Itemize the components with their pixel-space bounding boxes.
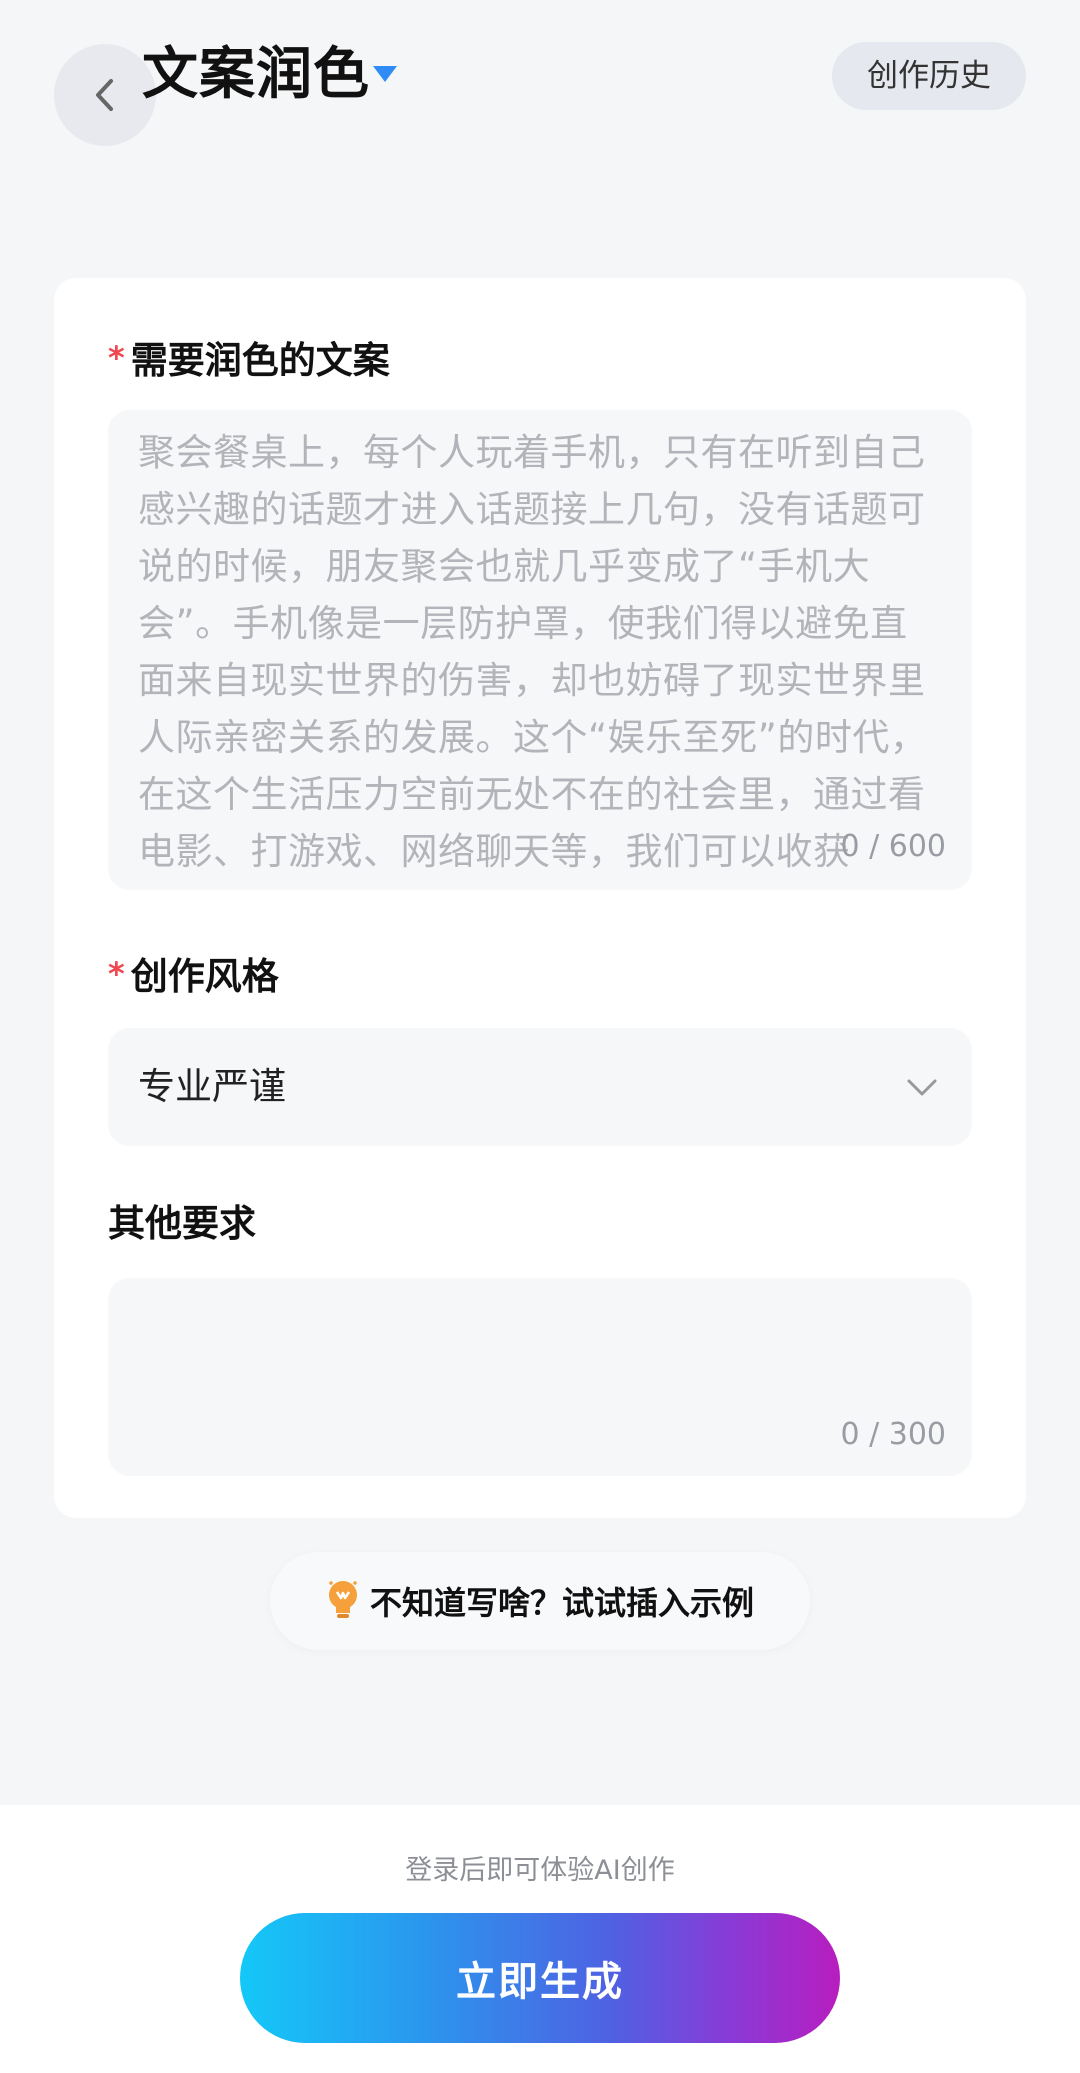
bottom-bar: 登录后即可体验AI创作 立即生成: [0, 1805, 1080, 2073]
copy-field-label: * 需要润色的文案: [108, 334, 390, 385]
caret-down-icon[interactable]: [372, 64, 398, 84]
lightbulb-icon: [328, 1581, 357, 1618]
history-button[interactable]: 创作历史: [832, 42, 1026, 110]
required-mark: *: [108, 955, 125, 993]
placeholder-line: 在这个生活压力空前无处不在的社会里，通过看: [138, 773, 926, 816]
placeholder-line: 人际亲密关系的发展。这个“娱乐至死”的时代，: [138, 716, 928, 759]
back-button[interactable]: [54, 44, 156, 146]
style-select[interactable]: 专业严谨: [108, 1028, 972, 1146]
required-mark: *: [108, 339, 125, 377]
chevron-down-icon: [907, 1079, 937, 1096]
copy-char-counter: 0 / 600: [840, 829, 946, 864]
placeholder-line: 说的时候，朋友聚会也就几乎变成了“手机大: [138, 545, 871, 588]
style-select-value: 专业严谨: [138, 1065, 286, 1108]
placeholder-line: 会”。手机像是一层防护罩，使我们得以避免直: [138, 602, 908, 645]
insert-example-label: 不知道写啥？试试插入示例: [369, 1584, 754, 1622]
placeholder-line: 聚会餐桌上，每个人玩着手机，只有在听到自己: [138, 431, 926, 474]
copy-field-label-text: 需要润色的文案: [130, 339, 390, 382]
style-field-label: * 创作风格: [108, 950, 279, 1001]
other-char-counter: 0 / 300: [840, 1417, 946, 1452]
style-field-label-text: 创作风格: [130, 955, 279, 998]
form-card: * 需要润色的文案 聚会餐桌上，每个人玩着手机，只有在听到自己 感兴趣的话题才进入…: [54, 278, 1026, 1518]
other-requirements-textarea[interactable]: 0 / 300: [108, 1278, 972, 1476]
copy-textarea[interactable]: 聚会餐桌上，每个人玩着手机，只有在听到自己 感兴趣的话题才进入话题接上几句，没有…: [108, 410, 972, 890]
app-header: 文案润色 创作历史: [0, 0, 1080, 160]
generate-button[interactable]: 立即生成: [240, 1913, 840, 2043]
other-field-label: 其他要求: [108, 1202, 256, 1245]
placeholder-line: 电影、打游戏、网络聊天等，我们可以收获: [138, 830, 851, 873]
chevron-left-icon: [96, 79, 113, 111]
copy-placeholder: 聚会餐桌上，每个人玩着手机，只有在听到自己 感兴趣的话题才进入话题接上几句，没有…: [138, 424, 938, 880]
login-tip: 登录后即可体验AI创作: [405, 1855, 675, 1886]
placeholder-line: 感兴趣的话题才进入话题接上几句，没有话题可: [138, 488, 926, 531]
page-title[interactable]: 文案润色: [142, 40, 370, 110]
insert-example-button[interactable]: 不知道写啥？试试插入示例: [270, 1552, 810, 1650]
placeholder-line: 面来自现实世界的伤害，却也妨碍了现实世界里: [138, 659, 926, 702]
